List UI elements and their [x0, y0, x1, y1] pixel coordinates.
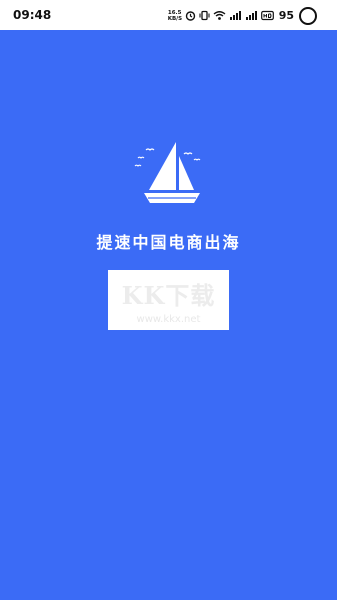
network-speed-unit: KB/S	[167, 15, 183, 22]
network-speed: 16.5 KB/S	[168, 10, 182, 22]
alarm-icon	[185, 10, 196, 21]
battery-icon	[299, 6, 317, 25]
battery-percent: 95	[278, 9, 294, 22]
wifi-icon	[213, 10, 226, 21]
vibrate-icon	[199, 10, 210, 21]
network-speed-value: 16.5	[167, 9, 182, 16]
watermark-title: KK下载	[121, 281, 216, 310]
status-time: 09:48	[13, 8, 52, 22]
tagline: 提速中国电商出海	[96, 233, 241, 252]
signal-icon	[245, 10, 258, 21]
watermark-logo: KK下载 www.kkx.net	[108, 270, 229, 330]
status-icons: 16.5 KB/S 95	[168, 6, 317, 25]
signal-icon	[229, 10, 242, 21]
sailboat-icon	[134, 142, 201, 203]
hd-icon	[260, 10, 274, 21]
status-bar: 09:48 16.5 KB/S 95	[0, 0, 337, 30]
watermark-url: www.kkx.net	[136, 314, 201, 325]
